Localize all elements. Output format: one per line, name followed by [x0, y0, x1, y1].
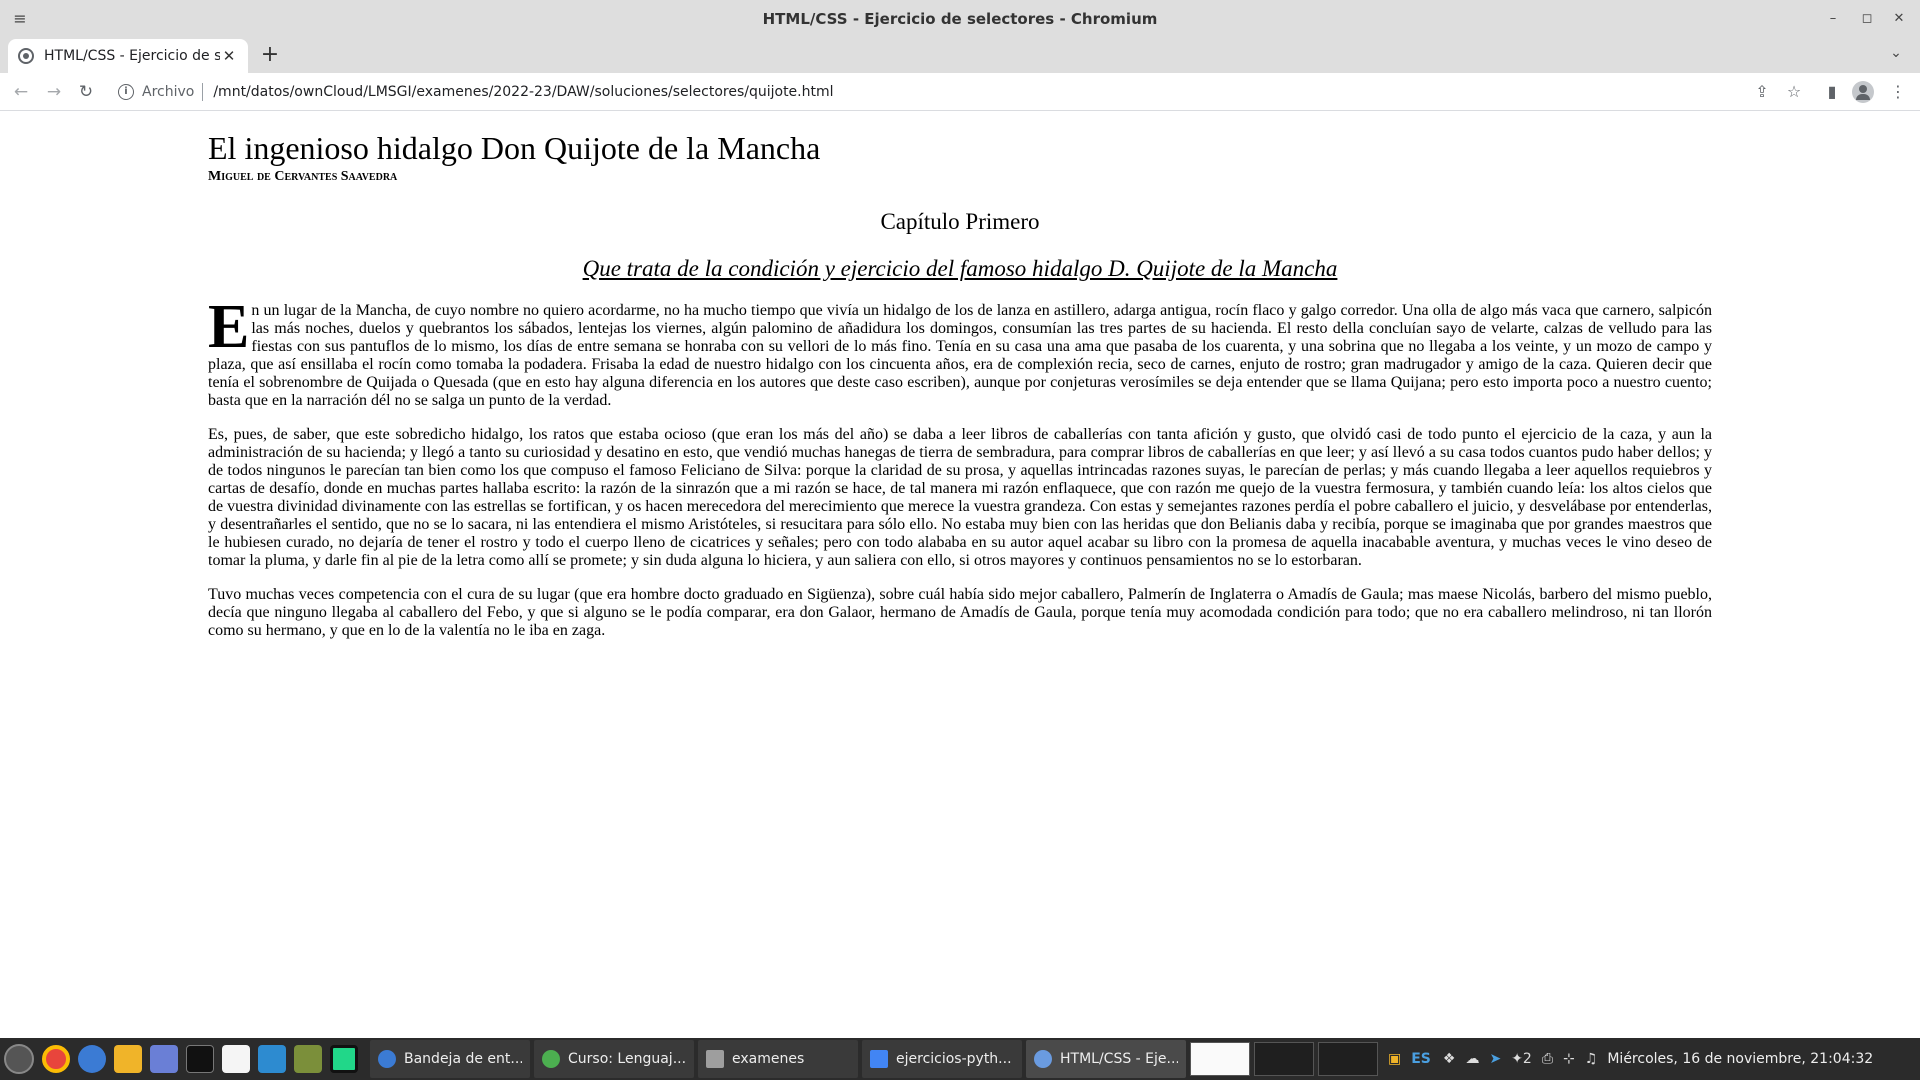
notification-count: 2: [1522, 1051, 1532, 1067]
side-panel-icon[interactable]: ▮: [1822, 82, 1842, 102]
keyboard-layout-indicator[interactable]: ES: [1411, 1051, 1431, 1067]
drop-cap: E: [208, 293, 250, 361]
chrome-launcher-icon[interactable]: [42, 1045, 70, 1073]
taskbar-window-examenes[interactable]: examenes: [698, 1040, 858, 1078]
tab-search-icon[interactable]: ⌄: [1886, 45, 1906, 65]
terminal-launcher-icon[interactable]: [186, 1045, 214, 1073]
workspace-3[interactable]: [1318, 1042, 1378, 1076]
thunderbird-icon: [378, 1050, 396, 1068]
app-launcher-icon[interactable]: [4, 1044, 34, 1074]
book-author: Miguel de Cervantes Saavedra: [208, 169, 398, 184]
dropbox-icon[interactable]: ❖: [1443, 1051, 1456, 1067]
taskbar-window-ejercicios[interactable]: ejercicios-pyth...: [862, 1040, 1022, 1078]
browser-toolbar: ← → ↻ i Archivo /mnt/datos/ownCloud/LMSG…: [0, 73, 1920, 111]
chrome-icon: [542, 1050, 560, 1068]
system-monitor-launcher-icon[interactable]: [258, 1045, 286, 1073]
globe-icon: [18, 48, 34, 64]
taskbar-window-label: examenes: [732, 1051, 805, 1067]
close-window-icon[interactable]: ✕: [1888, 8, 1910, 30]
workspace-1[interactable]: [1190, 1042, 1250, 1076]
taskbar-window-label: HTML/CSS - Eje...: [1060, 1051, 1178, 1067]
chapter-subtitle: Que trata de la condición y ejercicio de…: [582, 256, 1338, 281]
pycharm-launcher-icon[interactable]: [330, 1045, 358, 1073]
profile-avatar[interactable]: [1852, 81, 1874, 103]
new-tab-button[interactable]: +: [258, 43, 282, 67]
document-content: El ingenioso hidalgo Don Quijote de la M…: [208, 129, 1712, 640]
window-titlebar: ≡ HTML/CSS - Ejercicio de selectores - C…: [0, 0, 1920, 37]
thunderbird-launcher-icon[interactable]: [78, 1045, 106, 1073]
taskbar-window-label: Curso: Lenguaj...: [568, 1051, 686, 1067]
tab-strip: HTML/CSS - Ejercicio de selectores ✕ + ⌄: [0, 37, 1920, 73]
notifications-icon[interactable]: ✦2: [1511, 1051, 1532, 1067]
printer-icon[interactable]: ⎙: [1542, 1051, 1553, 1067]
window-menu-icon[interactable]: ≡: [10, 9, 30, 29]
taskbar-window-label: Bandeja de ent...: [404, 1051, 522, 1067]
forward-button[interactable]: →: [43, 81, 65, 103]
taskbar-window-label: ejercicios-pyth...: [896, 1051, 1012, 1067]
maximize-icon[interactable]: ◻: [1856, 8, 1878, 30]
taskbar-window-mail[interactable]: Bandeja de ent...: [370, 1040, 530, 1078]
chapter-title: Capítulo Primero: [880, 209, 1040, 234]
paragraph-1: En un lugar de la Mancha, de cuyo nombre…: [208, 293, 1712, 410]
address-bar[interactable]: i Archivo /mnt/datos/ownCloud/LMSGI/exam…: [110, 76, 1810, 108]
system-tray: ▣ ES ❖ ☁ ➤ ✦2 ⎙ ⊹ ♫ Miércoles, 16 de nov…: [1388, 1051, 1873, 1067]
taskbar-window-chromium[interactable]: HTML/CSS - Eje...: [1026, 1040, 1186, 1078]
workspace-2[interactable]: [1254, 1042, 1314, 1076]
window-title: HTML/CSS - Ejercicio de selectores - Chr…: [762, 9, 1158, 28]
tab-close-icon[interactable]: ✕: [220, 47, 238, 65]
reload-button[interactable]: ↻: [75, 81, 97, 103]
page-viewport: El ingenioso hidalgo Don Quijote de la M…: [0, 111, 1920, 1038]
scheme-label: Archivo: [142, 84, 195, 100]
screenshot-launcher-icon[interactable]: [150, 1045, 178, 1073]
text-editor-launcher-icon[interactable]: [222, 1045, 250, 1073]
paragraph-1-text: n un lugar de la Mancha, de cuyo nombre …: [208, 302, 1712, 409]
owncloud-icon[interactable]: ☁: [1465, 1051, 1479, 1067]
paragraph-2: Es, pues, de saber, que este sobredicho …: [208, 426, 1712, 569]
taskbar-window-course[interactable]: Curso: Lenguaj...: [534, 1040, 694, 1078]
chromium-icon: [1034, 1050, 1052, 1068]
url-text[interactable]: /mnt/datos/ownCloud/LMSGI/examenes/2022-…: [213, 84, 833, 100]
folder-icon: [706, 1050, 724, 1068]
sound-icon[interactable]: ♫: [1585, 1051, 1598, 1067]
omnibox-divider: [202, 83, 204, 101]
document-icon: [870, 1050, 888, 1068]
taskbar: Bandeja de ent... Curso: Lenguaj... exam…: [0, 1038, 1920, 1080]
network-icon[interactable]: ⊹: [1563, 1051, 1575, 1067]
tab-title: HTML/CSS - Ejercicio de selectores: [44, 48, 220, 64]
tab-active[interactable]: HTML/CSS - Ejercicio de selectores ✕: [8, 39, 248, 73]
paragraph-3: Tuvo muchas veces competencia con el cur…: [208, 586, 1712, 639]
pdf-tray-icon[interactable]: ▣: [1388, 1051, 1401, 1067]
telegram-icon[interactable]: ➤: [1489, 1051, 1501, 1067]
clock[interactable]: Miércoles, 16 de noviembre, 21:04:32: [1607, 1051, 1873, 1067]
minimize-icon[interactable]: –: [1822, 8, 1844, 30]
calculator-launcher-icon[interactable]: [114, 1045, 142, 1073]
back-button[interactable]: ←: [10, 81, 32, 103]
share-icon[interactable]: ⇪: [1752, 82, 1772, 102]
info-icon[interactable]: i: [118, 84, 134, 100]
archive-launcher-icon[interactable]: [294, 1045, 322, 1073]
more-menu-icon[interactable]: ⋮: [1888, 82, 1908, 102]
bookmark-star-icon[interactable]: ☆: [1784, 82, 1804, 102]
book-title: El ingenioso hidalgo Don Quijote de la M…: [208, 130, 821, 166]
